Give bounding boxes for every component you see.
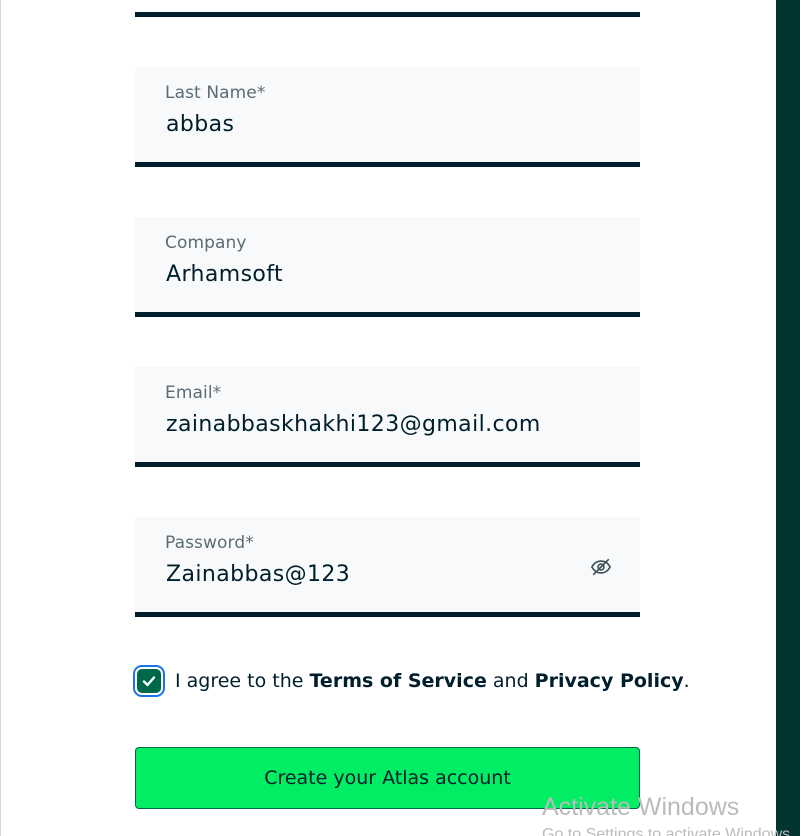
watermark-subtitle: Go to Settings to activate Windows.: [542, 826, 795, 836]
privacy-policy-link[interactable]: Privacy Policy: [535, 670, 684, 692]
password-label: Password*: [165, 533, 254, 553]
password-input[interactable]: [166, 559, 586, 589]
last-name-field[interactable]: Last Name*: [135, 67, 640, 167]
email-label: Email*: [165, 383, 222, 403]
email-input[interactable]: [166, 409, 586, 439]
right-side-panel: [776, 0, 800, 836]
agreement-middle: and: [486, 670, 535, 692]
checkmark-icon: [142, 676, 156, 687]
password-field[interactable]: Password*: [135, 517, 640, 617]
last-name-label: Last Name*: [165, 83, 266, 103]
first-name-field-underline: [135, 12, 640, 17]
last-name-input[interactable]: [166, 109, 586, 139]
company-label: Company: [165, 233, 247, 253]
terms-agreement-text: I agree to the Terms of Service and Priv…: [175, 670, 690, 692]
signup-form-page: Last Name* Company Email* Password* I ag…: [0, 0, 800, 836]
company-field[interactable]: Company: [135, 217, 640, 317]
agreement-prefix: I agree to the: [175, 670, 310, 692]
create-account-button[interactable]: Create your Atlas account: [135, 747, 640, 809]
terms-agreement-row: I agree to the Terms of Service and Priv…: [133, 666, 690, 696]
agreement-suffix: .: [683, 670, 690, 692]
left-border: [0, 0, 1, 836]
email-field[interactable]: Email*: [135, 367, 640, 467]
terms-checkbox[interactable]: [137, 669, 161, 693]
eye-slash-icon[interactable]: [590, 556, 612, 578]
terms-of-service-link[interactable]: Terms of Service: [310, 670, 487, 692]
company-input[interactable]: [166, 259, 586, 289]
